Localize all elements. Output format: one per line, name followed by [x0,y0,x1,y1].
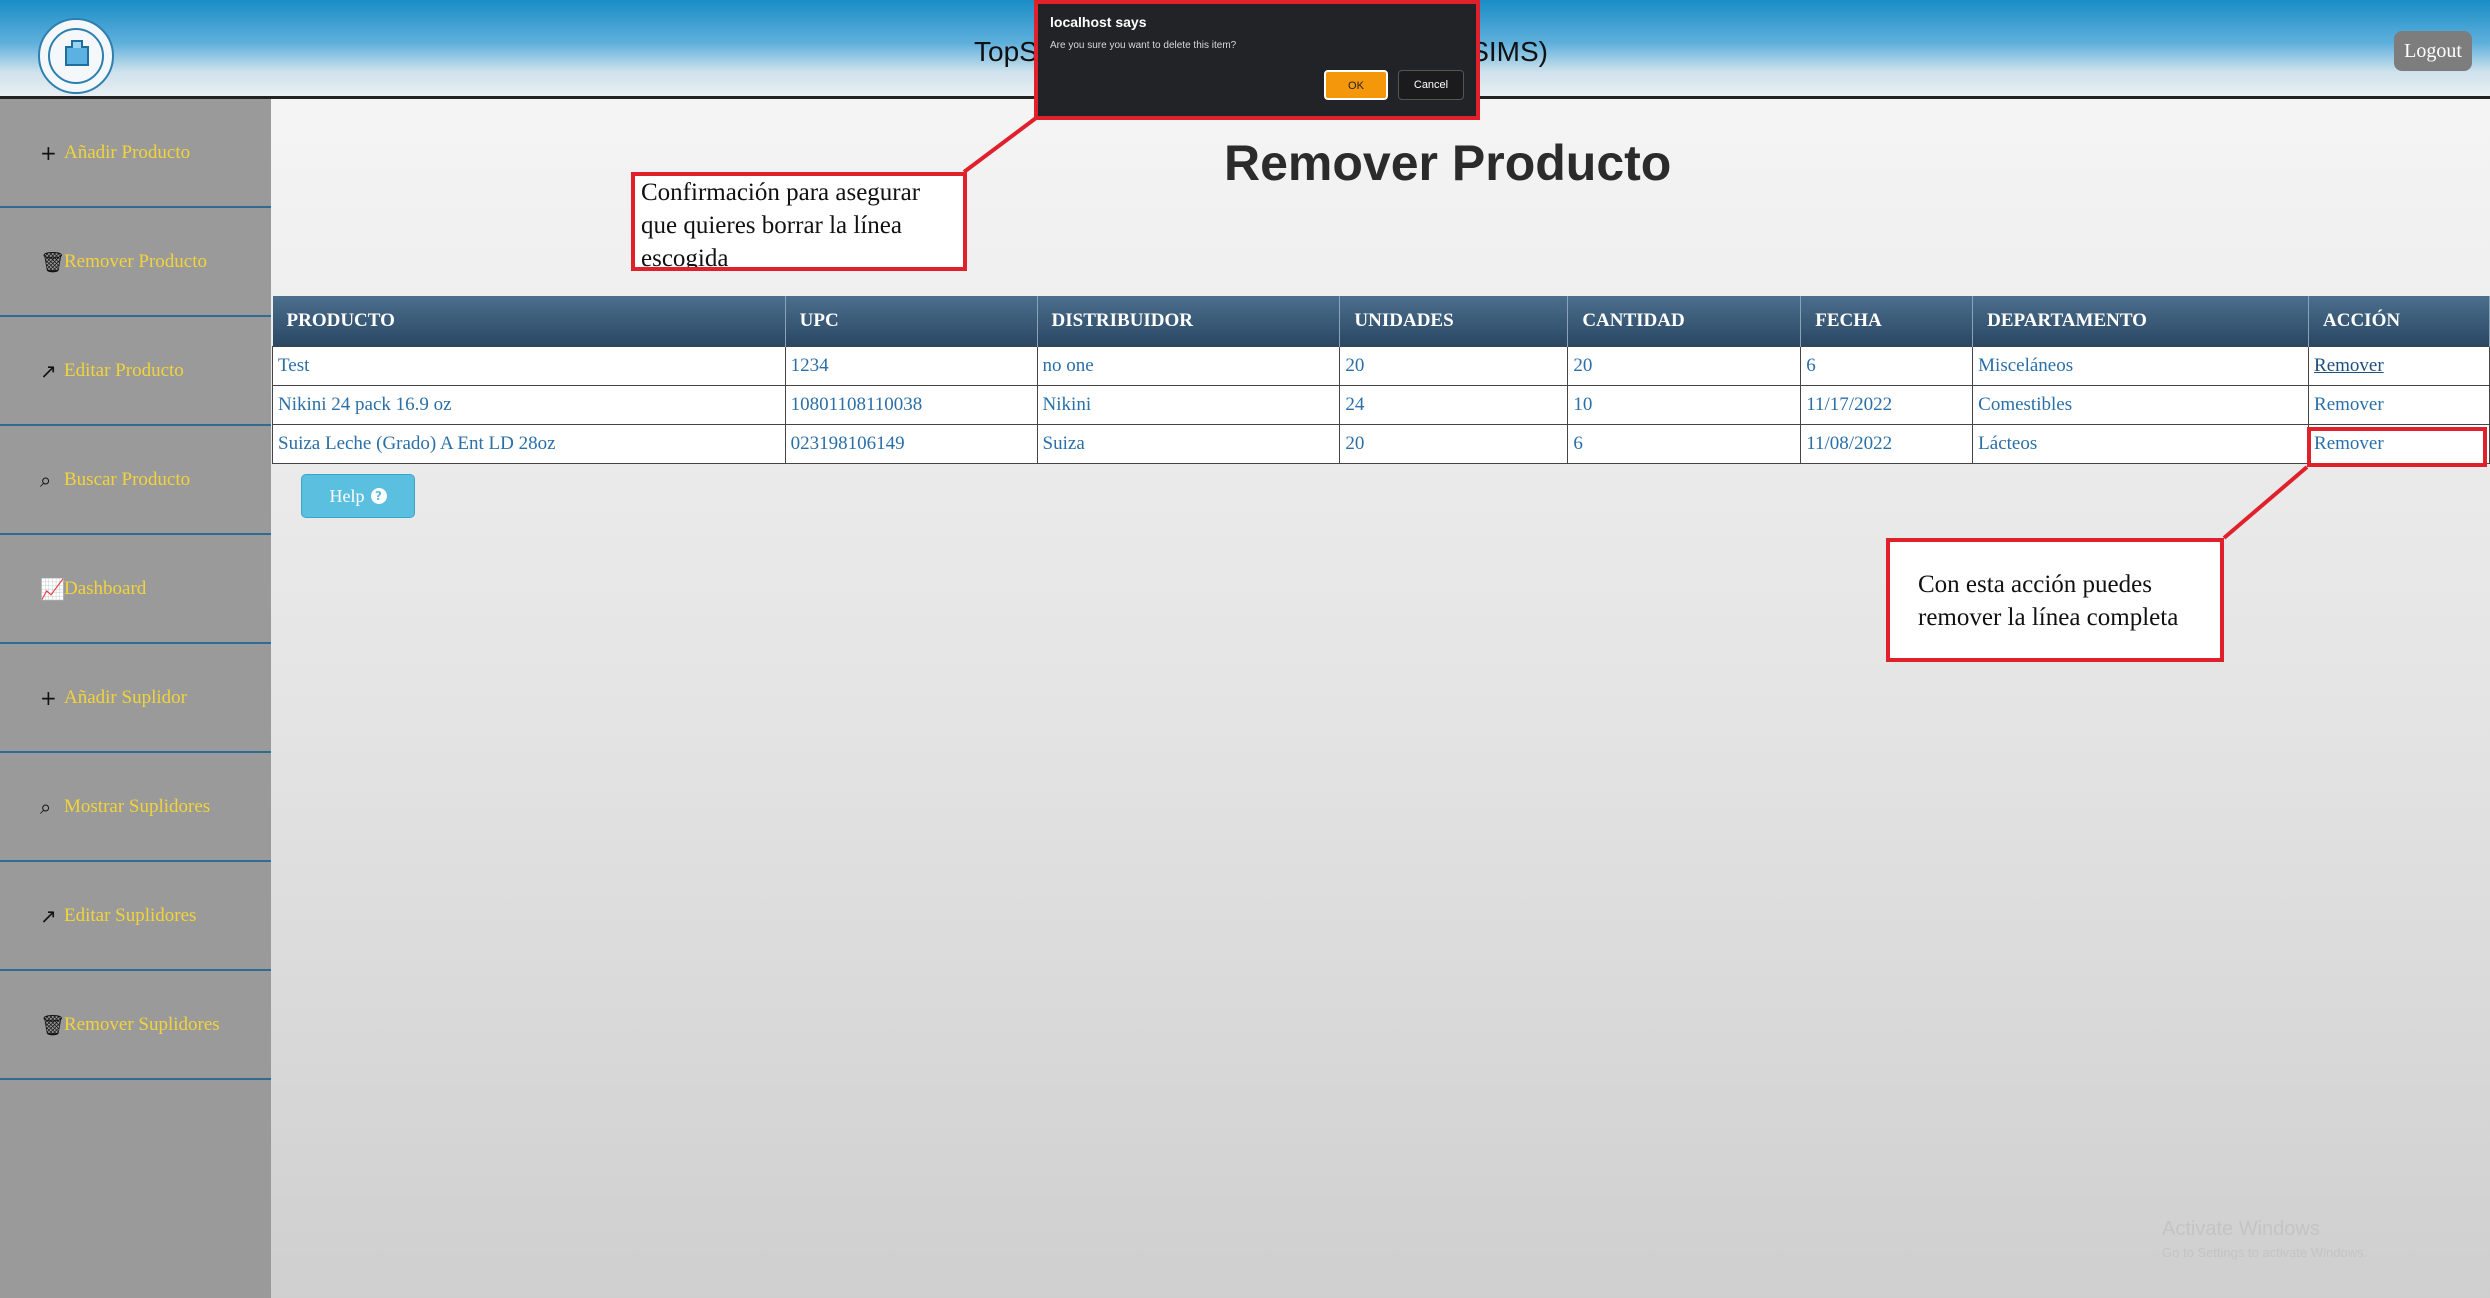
sidebar-item-buscar-producto[interactable]: ⌕ Buscar Producto [0,426,271,535]
trash-icon: 🗑 [40,249,66,274]
box-icon [65,40,89,66]
column-header[interactable]: CANTIDAD [1567,296,1802,347]
sidebar-item-anadir-suplidor[interactable]: + Añadir Suplidor [0,644,271,753]
column-header[interactable]: UPC [785,296,1038,347]
app-title-right: SIMS) [1470,36,1548,67]
remover-link[interactable]: Remover [2308,346,2490,386]
table-row: Nikini 24 pack 16.9 oz 10801108110038 Ni… [272,385,2490,425]
cell-distribuidor: Suiza [1036,424,1341,464]
sidebar-item-remover-producto[interactable]: 🗑 Remover Producto [0,208,271,317]
sidebar-item-dashboard[interactable]: 📈 Dashboard [0,535,271,644]
sidebar-item-anadir-producto[interactable]: + Añadir Producto [0,99,271,208]
question-icon: ? [370,488,387,504]
sidebar-item-label: Buscar Producto [64,468,191,490]
cell-upc: 023198106149 [784,424,1038,464]
sidebar-item-label: Mostrar Suplidores [64,795,211,817]
ok-button[interactable]: OK [1324,70,1388,100]
cell-distribuidor: Nikini [1036,385,1341,425]
sidebar-item-editar-suplidores[interactable]: ↗ Editar Suplidores [0,862,271,971]
cell-cantidad: 6 [1567,424,1802,464]
cell-fecha: 11/17/2022 [1800,385,1974,425]
help-label: Help [329,485,365,506]
confirm-dialog: localhost says Are you sure you want to … [1034,0,1480,120]
cell-departamento: Comestibles [1972,385,2310,425]
sidebar: + Añadir Producto 🗑 Remover Producto ↗ E… [0,99,271,1298]
cell-cantidad: 20 [1567,346,1802,386]
cell-unidades: 20 [1339,424,1569,464]
plus-icon: + [40,685,57,710]
column-header[interactable]: FECHA [1800,296,1974,347]
cell-unidades: 24 [1339,385,1569,425]
trash-icon: 🗑 [40,1012,66,1037]
cell-producto: Suiza Leche (Grado) A Ent LD 28oz [272,424,786,464]
remover-link[interactable]: Remover [2308,385,2490,425]
column-header[interactable]: UNIDADES [1339,296,1569,347]
cell-unidades: 20 [1339,346,1569,386]
sidebar-item-label: Remover Suplidores [64,1013,220,1035]
plus-icon: + [40,140,57,165]
sidebar-item-label: Remover Producto [64,250,208,272]
dialog-title: localhost says [1050,14,1147,30]
watermark-subtitle: Go to Settings to activate Windows. [2162,1245,2368,1260]
trend-up-icon: ↗ [40,358,57,383]
watermark-title: Activate Windows [2162,1218,2320,1240]
cell-fecha: 6 [1800,346,1974,386]
cell-fecha: 11/08/2022 [1800,424,1974,464]
table-header-row: PRODUCTO UPC DISTRIBUIDOR UNIDADES CANTI… [272,296,2490,347]
trend-up-icon: ↗ [40,903,57,928]
remover-highlight-box [2307,427,2487,467]
cell-producto: Nikini 24 pack 16.9 oz [272,385,786,425]
cell-distribuidor: no one [1036,346,1341,386]
activate-windows-watermark: Activate Windows Go to Settings to activ… [2162,1218,2367,1260]
cancel-button[interactable]: Cancel [1398,70,1464,100]
logout-button[interactable]: Logout [2394,31,2472,71]
sidebar-item-mostrar-suplidores[interactable]: ⌕ Mostrar Suplidores [0,753,271,862]
cell-upc: 10801108110038 [784,385,1038,425]
help-button[interactable]: Help ? [301,474,415,518]
table-row: Suiza Leche (Grado) A Ent LD 28oz 023198… [272,424,2490,464]
cell-upc: 1234 [784,346,1038,386]
table-row: Test 1234 no one 20 20 6 Misceláneos Rem… [272,346,2490,386]
sidebar-item-label: Añadir Producto [64,141,191,163]
cell-producto: Test [272,346,786,386]
products-table: PRODUCTO UPC DISTRIBUIDOR UNIDADES CANTI… [272,296,2490,464]
sidebar-item-label: Añadir Suplidor [64,686,187,708]
dialog-message: Are you sure you want to delete this ite… [1050,40,1237,51]
search-icon: ⌕ [40,467,52,492]
sidebar-item-remover-suplidores[interactable]: 🗑 Remover Suplidores [0,971,271,1080]
cell-cantidad: 10 [1567,385,1802,425]
column-header[interactable]: DEPARTAMENTO [1972,296,2310,347]
column-header[interactable]: ACCIÓN [2308,296,2490,347]
sidebar-item-label: Dashboard [64,577,147,599]
page-title: Remover Producto [1224,135,1672,191]
column-header[interactable]: DISTRIBUIDOR [1037,296,1341,347]
search-icon: ⌕ [40,794,52,819]
remove-callout: Con esta acción puedes remover la línea … [1886,538,2224,662]
app-title-left: TopS [974,36,1038,67]
sidebar-item-label: Editar Producto [64,359,184,381]
cell-departamento: Misceláneos [1972,346,2310,386]
column-header[interactable]: PRODUCTO [272,296,786,347]
sidebar-item-label: Editar Suplidores [64,904,197,926]
confirm-callout: Confirmación para asegurar que quieres b… [631,172,967,271]
top-shelf-logo [38,18,114,94]
sidebar-item-editar-producto[interactable]: ↗ Editar Producto [0,317,271,426]
chart-icon: 📈 [40,576,65,601]
cell-departamento: Lácteos [1972,424,2310,464]
